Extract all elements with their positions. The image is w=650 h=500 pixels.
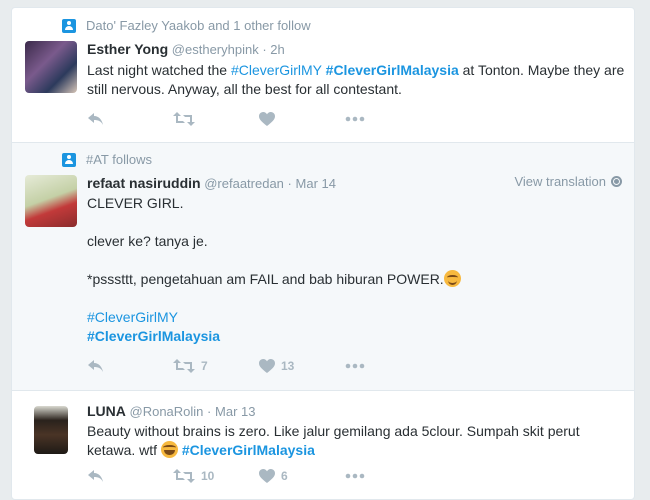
retweet-button[interactable]: 10	[173, 467, 259, 485]
tweet-header: LUNA @RonaRolin · Mar 13	[87, 403, 255, 419]
retweet-button[interactable]	[173, 110, 259, 128]
tweet-line: clever ke? tanya je.	[87, 233, 208, 249]
retweet-icon	[173, 469, 195, 483]
avatar[interactable]	[25, 175, 77, 227]
author-name[interactable]: refaat nasiruddin	[87, 175, 201, 191]
follow-context-icon	[62, 18, 76, 33]
globe-icon	[611, 176, 622, 187]
tweet-actions	[87, 110, 431, 128]
tweet-text-part: Last night watched the	[87, 62, 231, 78]
author-handle[interactable]: @estheryhpink	[172, 42, 259, 57]
separator: ·	[262, 42, 267, 57]
more-button[interactable]	[345, 357, 431, 375]
like-button[interactable]: 13	[259, 357, 345, 375]
reply-icon	[88, 360, 103, 372]
timestamp[interactable]: 2h	[270, 42, 284, 57]
more-button[interactable]	[345, 110, 431, 128]
hashtag-link[interactable]: #CleverGirlMalaysia	[87, 327, 627, 346]
like-button[interactable]: 6	[259, 467, 345, 485]
more-icon	[345, 473, 365, 479]
hashtag-link[interactable]: #CleverGirlMY	[87, 308, 627, 327]
avatar[interactable]	[25, 41, 77, 93]
hashtag-link[interactable]: #CleverGirlMalaysia	[182, 442, 315, 458]
reply-icon	[88, 470, 103, 482]
like-button[interactable]	[259, 110, 345, 128]
tweet-text: CLEVER GIRL. clever ke? tanya je. *pssst…	[87, 194, 627, 346]
view-translation-link[interactable]: View translation	[514, 174, 622, 189]
tweet-actions: 7 13	[87, 357, 431, 375]
social-context-text: Dato' Fazley Yaakob and 1 other follow	[86, 18, 311, 33]
follow-context-icon	[62, 152, 76, 167]
hashtag-link[interactable]: #CleverGirlMalaysia	[326, 62, 459, 78]
smiling-face-emoji-icon	[443, 270, 461, 287]
retweet-icon	[173, 359, 195, 373]
author-handle[interactable]: @RonaRolin	[130, 404, 204, 419]
retweet-button[interactable]: 7	[173, 357, 259, 375]
view-translation-label: View translation	[514, 174, 606, 189]
retweet-count: 10	[201, 469, 215, 483]
more-icon	[345, 116, 365, 122]
timestamp[interactable]: Mar 13	[215, 404, 255, 419]
hashtag-link[interactable]: #CleverGirlMY	[231, 62, 322, 78]
separator: ·	[287, 176, 292, 191]
reply-button[interactable]	[87, 110, 173, 128]
timestamp[interactable]: Mar 14	[296, 176, 336, 191]
reply-button[interactable]	[87, 467, 173, 485]
tweet[interactable]: #AT follows refaat nasiruddin @refaatred…	[12, 143, 634, 391]
social-context: #AT follows	[62, 152, 152, 167]
avatar[interactable]	[34, 406, 68, 454]
reply-button[interactable]	[87, 357, 173, 375]
heart-icon	[259, 359, 275, 373]
heart-icon	[259, 112, 275, 126]
tweet[interactable]: Dato' Fazley Yaakob and 1 other follow E…	[12, 8, 634, 143]
tweet-actions: 10 6	[87, 467, 431, 485]
tweet-text: Beauty without brains is zero. Like jalu…	[87, 422, 627, 460]
timeline: Dato' Fazley Yaakob and 1 other follow E…	[11, 7, 635, 500]
tweet-line: CLEVER GIRL.	[87, 195, 184, 211]
social-context: Dato' Fazley Yaakob and 1 other follow	[62, 18, 311, 33]
heart-icon	[259, 469, 275, 483]
retweet-icon	[173, 112, 195, 126]
tears-of-joy-emoji-icon	[160, 441, 178, 458]
tweet-header: Esther Yong @estheryhpink · 2h	[87, 41, 285, 57]
tweet-header: refaat nasiruddin @refaatredan · Mar 14	[87, 175, 336, 191]
like-count: 13	[281, 359, 295, 373]
like-count: 6	[281, 469, 288, 483]
tweet-text: Last night watched the #CleverGirlMY #Cl…	[87, 61, 627, 99]
author-name[interactable]: LUNA	[87, 403, 126, 419]
tweet-line-with-emoji: *psssttt, pengetahuan am FAIL and bab hi…	[87, 270, 627, 289]
more-icon	[345, 363, 365, 369]
author-name[interactable]: Esther Yong	[87, 41, 168, 57]
author-handle[interactable]: @refaatredan	[204, 176, 284, 191]
more-button[interactable]	[345, 467, 431, 485]
tweet-line: *psssttt, pengetahuan am FAIL and bab hi…	[87, 271, 444, 287]
retweet-count: 7	[201, 359, 208, 373]
separator: ·	[207, 404, 212, 419]
tweet[interactable]: LUNA @RonaRolin · Mar 13 Beauty without …	[12, 391, 634, 499]
reply-icon	[88, 113, 103, 125]
social-context-text: #AT follows	[86, 152, 152, 167]
